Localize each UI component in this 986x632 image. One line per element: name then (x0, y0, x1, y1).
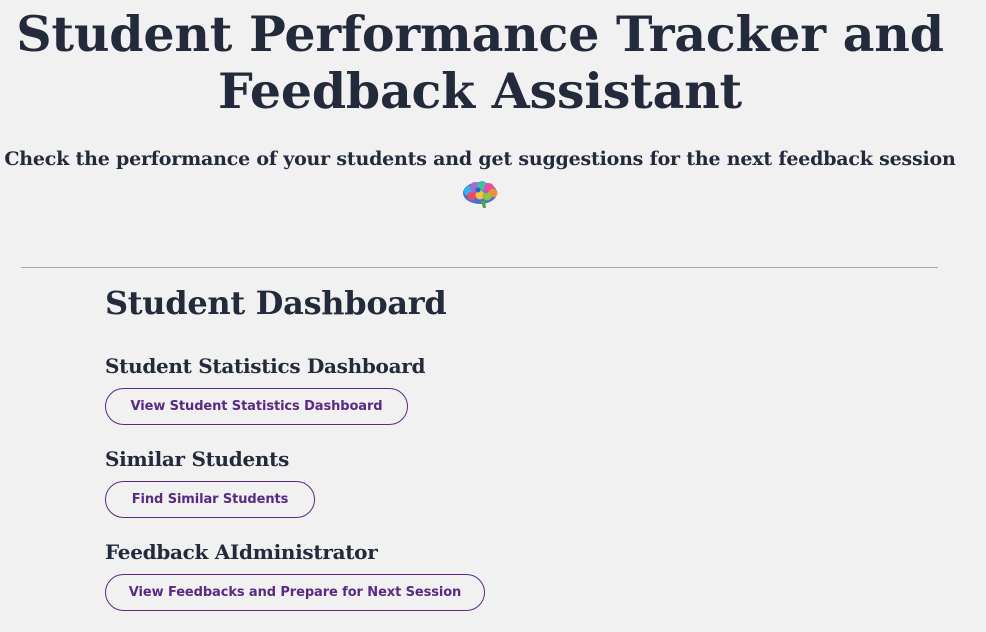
app-title-line-1: Student Performance Tracker and (16, 5, 944, 63)
page-header: Student Performance Tracker and Feedback… (0, 6, 960, 210)
app-title: Student Performance Tracker and Feedback… (0, 6, 960, 120)
brain-icon (463, 181, 498, 208)
student-dashboard-heading: Student Dashboard (105, 284, 447, 322)
view-student-statistics-button[interactable]: View Student Statistics Dashboard (105, 388, 408, 425)
feedback-administrator-title: Feedback AIdministrator (105, 540, 378, 564)
brain-icon-wrapper (0, 180, 960, 210)
app-subtitle: Check the performance of your students a… (4, 148, 956, 170)
find-similar-students-button[interactable]: Find Similar Students (105, 481, 315, 518)
similar-students-title: Similar Students (105, 447, 290, 471)
view-feedbacks-button[interactable]: View Feedbacks and Prepare for Next Sess… (105, 574, 485, 611)
student-statistics-title: Student Statistics Dashboard (105, 354, 426, 378)
section-divider (21, 267, 938, 268)
app-title-line-2: Feedback Assistant (217, 62, 742, 120)
